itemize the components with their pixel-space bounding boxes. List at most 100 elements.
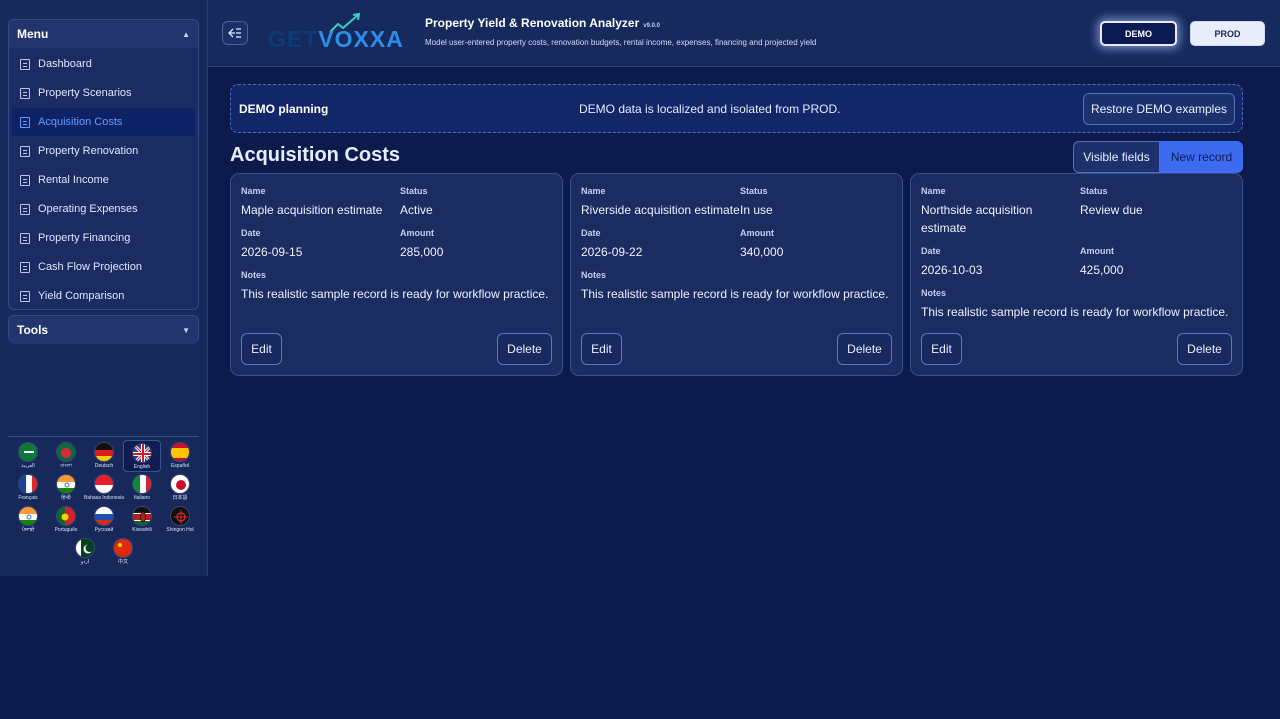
language-label: English — [133, 464, 151, 470]
sidebar-item-label: Dashboard — [38, 58, 92, 70]
field-value: Maple acquisition estimate — [241, 203, 383, 217]
document-icon — [20, 203, 30, 215]
flag-japan-icon — [170, 474, 190, 494]
record-card: Name Riverside acquisition estimate Status… — [570, 173, 903, 376]
language-option[interactable]: हिन्दी — [47, 472, 85, 504]
page-title: Acquisition Costs — [230, 144, 401, 166]
new-record-button[interactable]: New record — [1160, 141, 1243, 173]
language-label: Kiswahili — [132, 527, 152, 533]
language-option[interactable]: العربية — [9, 440, 47, 472]
field-label: Notes — [921, 288, 947, 298]
language-option[interactable]: Kiswahili — [123, 504, 161, 536]
language-label: 日本語 — [172, 495, 188, 501]
delete-button[interactable]: Delete — [837, 333, 892, 365]
language-label: বাংলা — [60, 463, 72, 469]
language-option[interactable]: English — [123, 440, 161, 472]
sidebar-item-label: Property Scenarios — [38, 87, 132, 99]
language-option[interactable]: Русский — [85, 504, 123, 536]
document-icon — [20, 116, 30, 128]
language-option[interactable]: Français — [9, 472, 47, 504]
language-label: Bahasa Indonesia — [83, 495, 125, 501]
app-version: v9.0.0 — [643, 23, 660, 29]
language-label: العربية — [21, 463, 35, 469]
field-value: 425,000 — [1080, 263, 1124, 277]
collapse-sidebar-button[interactable] — [222, 21, 248, 45]
edit-button[interactable]: Edit — [921, 333, 962, 365]
logo-wordmark: GETVOXXA — [268, 26, 404, 53]
field-value: In use — [740, 203, 773, 217]
sidebar-item-operating-expenses[interactable]: Operating Expenses — [12, 195, 195, 223]
sidebar-item-property-financing[interactable]: Property Financing — [12, 224, 195, 252]
language-option[interactable]: Shingon Hol — [161, 504, 199, 536]
field-status: Status Review due — [1080, 186, 1233, 237]
menu-panel-header[interactable]: Menu ▲ — [9, 20, 198, 48]
prod-env-button[interactable]: PROD — [1190, 21, 1265, 46]
document-icon — [20, 58, 30, 70]
tools-title: Tools — [17, 323, 49, 337]
field-date: Date 2026-09-15 — [241, 228, 400, 261]
language-option[interactable]: ਪੰਜਾਬੀ — [9, 504, 47, 536]
sidebar-item-label: Acquisition Costs — [38, 116, 123, 128]
flag-indonesia-icon — [94, 474, 114, 494]
visible-fields-button[interactable]: Visible fields — [1073, 141, 1160, 173]
document-icon — [20, 232, 30, 244]
sidebar-item-label: Property Renovation — [38, 145, 139, 157]
restore-demo-button[interactable]: Restore DEMO examples — [1083, 93, 1235, 125]
field-label: Amount — [1080, 246, 1114, 256]
language-option[interactable]: 日本語 — [161, 472, 199, 504]
demo-env-button[interactable]: DEMO — [1100, 21, 1177, 46]
language-option[interactable]: বাংলা — [47, 440, 85, 472]
field-label: Status — [400, 186, 428, 196]
language-selector: العربية বাংলা Deutsch English Español Françai… — [8, 440, 200, 568]
logo-voxxa: VOXXA — [318, 26, 404, 52]
sidebar-item-label: Yield Comparison — [38, 290, 125, 302]
language-option[interactable]: Deutsch — [85, 440, 123, 472]
delete-button[interactable]: Delete — [1177, 333, 1232, 365]
language-option[interactable]: Italiano — [123, 472, 161, 504]
field-status: Status In use — [740, 186, 893, 219]
sidebar-item-acquisition-costs[interactable]: Acquisition Costs — [12, 108, 195, 136]
field-label: Amount — [400, 228, 434, 238]
sidebar-item-property-scenarios[interactable]: Property Scenarios — [12, 79, 195, 107]
field-amount: Amount 425,000 — [1080, 246, 1233, 279]
field-value: 285,000 — [400, 245, 444, 259]
field-name: Name Riverside acquisition estimate — [581, 186, 740, 219]
delete-button[interactable]: Delete — [497, 333, 552, 365]
sidebar-item-rental-income[interactable]: Rental Income — [12, 166, 195, 194]
document-icon — [20, 87, 30, 99]
language-label: Русский — [94, 527, 114, 533]
field-label: Date — [921, 246, 941, 256]
sidebar-item-label: Property Financing — [38, 232, 131, 244]
document-icon — [20, 145, 30, 157]
language-option[interactable]: 中文 — [104, 536, 142, 568]
language-option[interactable]: Português — [47, 504, 85, 536]
tools-panel: Tools ▼ — [8, 315, 199, 344]
sidebar-item-cash-flow-projection[interactable]: Cash Flow Projection — [12, 253, 195, 281]
flag-india-icon — [18, 506, 38, 526]
language-option[interactable]: Español — [161, 440, 199, 472]
sidebar-item-property-renovation[interactable]: Property Renovation — [12, 137, 195, 165]
field-value: 2026-09-15 — [241, 245, 303, 259]
language-label: Français — [18, 495, 38, 501]
sidebar-item-yield-comparison[interactable]: Yield Comparison — [12, 282, 195, 310]
language-option[interactable]: اردو — [66, 536, 104, 568]
menu-panel: Menu ▲ Dashboard Property Scenarios Acquis… — [8, 19, 199, 310]
flag-spain-icon — [170, 442, 190, 462]
field-status: Status Active — [400, 186, 553, 219]
language-option[interactable]: Bahasa Indonesia — [83, 472, 125, 504]
flag-bangladesh-icon — [56, 442, 76, 462]
app-subtitle: Model user-entered property costs, renov… — [425, 38, 817, 47]
field-label: Date — [581, 228, 601, 238]
flag-kenya-icon — [132, 506, 152, 526]
language-label: اردو — [80, 559, 90, 565]
document-icon — [20, 290, 30, 302]
field-value: Riverside acquisition estimate — [581, 203, 740, 217]
edit-button[interactable]: Edit — [581, 333, 622, 365]
flag-germany-icon — [94, 442, 114, 462]
sidebar-item-dashboard[interactable]: Dashboard — [12, 50, 195, 78]
field-label: Date — [241, 228, 261, 238]
record-fields: Name Northside acquisition estimate Status… — [921, 186, 1233, 330]
field-value: Northside acquisition estimate — [921, 203, 1033, 235]
tools-panel-header[interactable]: Tools ▼ — [9, 316, 198, 344]
edit-button[interactable]: Edit — [241, 333, 282, 365]
